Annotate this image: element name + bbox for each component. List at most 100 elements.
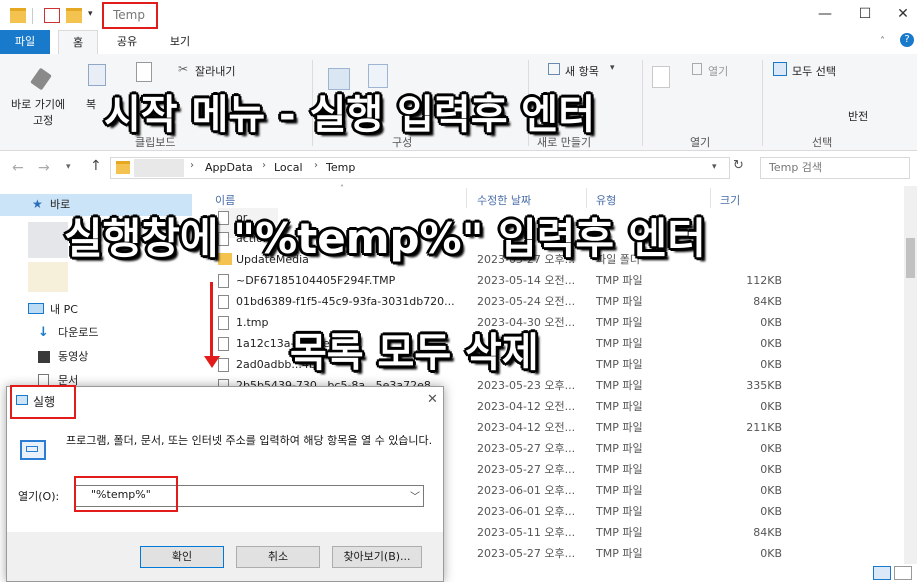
file-size[interactable] bbox=[720, 249, 782, 270]
file-type[interactable]: TMP 파일 bbox=[596, 438, 643, 459]
scrollbar-thumb[interactable] bbox=[906, 238, 915, 278]
file-size[interactable]: 112KB bbox=[720, 270, 782, 291]
breadcrumb-item[interactable]: AppData bbox=[205, 161, 253, 174]
close-button[interactable]: ✕ bbox=[888, 6, 917, 26]
file-size[interactable]: 0KB bbox=[720, 354, 782, 375]
cut-label[interactable]: 잘라내기 bbox=[195, 63, 235, 79]
help-icon[interactable]: ? bbox=[900, 33, 914, 47]
file-size[interactable] bbox=[720, 228, 782, 249]
invert-selection-label[interactable]: 반전 bbox=[848, 108, 868, 124]
new-folder-icon[interactable] bbox=[66, 8, 82, 23]
file-date[interactable]: 2023-05-27 오후... bbox=[477, 459, 583, 480]
file-size[interactable]: 211KB bbox=[720, 417, 782, 438]
file-date[interactable]: 2023-05-27 오후... bbox=[477, 543, 583, 564]
select-all-icon[interactable] bbox=[773, 62, 787, 76]
back-icon[interactable]: ← bbox=[12, 160, 24, 176]
file-date[interactable]: 2023-04-12 오전... bbox=[477, 396, 583, 417]
large-icons-view-icon[interactable] bbox=[894, 566, 912, 580]
chevron-up-icon[interactable]: ˄ bbox=[880, 36, 885, 47]
file-type[interactable]: TMP 파일 bbox=[596, 480, 643, 501]
file-size[interactable]: 0KB bbox=[720, 312, 782, 333]
overlay-caption-1: 시작 메뉴 - 실행 입력후 엔터 bbox=[104, 92, 596, 138]
file-date[interactable]: 2023-04-12 오전... bbox=[477, 417, 583, 438]
up-icon[interactable]: ↑ bbox=[90, 158, 102, 174]
file-size[interactable]: 0KB bbox=[720, 438, 782, 459]
select-group-label: 선택 bbox=[812, 136, 833, 149]
nav-downloads[interactable]: 다운로드 bbox=[58, 322, 98, 344]
breadcrumb-separator-icon: › bbox=[190, 160, 194, 171]
file-date[interactable]: 2023-05-27 오후... bbox=[477, 438, 583, 459]
paste-icon[interactable] bbox=[136, 62, 152, 82]
tab-file[interactable]: 파일 bbox=[0, 30, 50, 54]
tab-share[interactable]: 공유 bbox=[110, 30, 144, 54]
open-group-label: 열기 bbox=[690, 136, 711, 149]
tab-home[interactable]: 홈 bbox=[58, 30, 98, 54]
file-date[interactable]: 2023-05-14 오전... bbox=[477, 270, 583, 291]
file-type[interactable]: TMP 파일 bbox=[596, 270, 643, 291]
file-type[interactable]: TMP 파일 bbox=[596, 543, 643, 564]
file-size[interactable]: 0KB bbox=[720, 480, 782, 501]
scissors-icon[interactable]: ✂ bbox=[178, 62, 188, 76]
properties-large-icon[interactable] bbox=[652, 66, 670, 88]
file-date[interactable]: 2023-06-01 오후... bbox=[477, 501, 583, 522]
file-size[interactable]: 0KB bbox=[720, 333, 782, 354]
file-type[interactable]: TMP 파일 bbox=[596, 354, 643, 375]
maximize-button[interactable]: ☐ bbox=[850, 6, 880, 26]
file-size[interactable]: 335KB bbox=[720, 375, 782, 396]
pin-label-2: 고정 bbox=[33, 114, 54, 127]
nav-this-pc[interactable]: 내 PC bbox=[50, 299, 78, 321]
divider bbox=[762, 60, 763, 146]
breadcrumb-item[interactable]: Temp bbox=[326, 161, 355, 174]
file-size[interactable]: 84KB bbox=[720, 291, 782, 312]
file-date[interactable]: 2023-05-11 오후... bbox=[477, 522, 583, 543]
file-type[interactable]: TMP 파일 bbox=[596, 522, 643, 543]
open-label[interactable]: 열기 bbox=[708, 63, 728, 79]
address-dropdown-icon[interactable]: ▾ bbox=[712, 162, 717, 172]
blurred-nav-item bbox=[28, 222, 68, 258]
properties-icon[interactable] bbox=[44, 8, 60, 23]
file-type[interactable]: TMP 파일 bbox=[596, 291, 643, 312]
file-type[interactable]: TMP 파일 bbox=[596, 459, 643, 480]
file-type[interactable]: TMP 파일 bbox=[596, 375, 643, 396]
chevron-down-icon[interactable]: ﹀ bbox=[410, 488, 420, 503]
ok-button[interactable]: 확인 bbox=[140, 546, 224, 568]
file-name[interactable]: ~DF67185104405F294F.TMP bbox=[236, 270, 466, 291]
breadcrumb-item[interactable]: Local bbox=[274, 161, 303, 174]
file-size[interactable] bbox=[720, 207, 782, 228]
address-bar[interactable] bbox=[110, 157, 730, 179]
chevron-down-icon[interactable]: ▾ bbox=[610, 63, 615, 73]
browse-button[interactable]: 찾아보기(B)... bbox=[332, 546, 422, 568]
file-date[interactable]: 2023-05-24 오전... bbox=[477, 291, 583, 312]
new-item-icon[interactable] bbox=[548, 63, 560, 75]
new-item-label[interactable]: 새 항목 bbox=[565, 63, 599, 79]
cancel-button[interactable]: 취소 bbox=[236, 546, 320, 568]
file-size[interactable]: 84KB bbox=[720, 522, 782, 543]
refresh-icon[interactable]: ↻ bbox=[733, 158, 744, 173]
file-date[interactable]: 2023-06-01 오후... bbox=[477, 480, 583, 501]
run-close-icon[interactable]: ✕ bbox=[427, 392, 438, 407]
file-size[interactable]: 0KB bbox=[720, 396, 782, 417]
recent-locations-icon[interactable]: ▾ bbox=[66, 162, 71, 172]
file-size[interactable]: 0KB bbox=[720, 543, 782, 564]
minimize-button[interactable]: — bbox=[810, 6, 840, 26]
nav-videos[interactable]: 동영상 bbox=[58, 346, 88, 368]
quick-access-dropdown-icon[interactable]: ▾ bbox=[88, 9, 93, 19]
file-type[interactable]: TMP 파일 bbox=[596, 501, 643, 522]
file-type[interactable]: TMP 파일 bbox=[596, 396, 643, 417]
file-type[interactable]: TMP 파일 bbox=[596, 333, 643, 354]
tab-view[interactable]: 보기 bbox=[160, 30, 200, 54]
select-all-label[interactable]: 모두 선택 bbox=[792, 63, 836, 79]
file-type[interactable]: TMP 파일 bbox=[596, 312, 643, 333]
forward-icon[interactable]: → bbox=[38, 160, 50, 176]
search-input[interactable]: Temp 검색 bbox=[760, 157, 910, 179]
column-header-size[interactable]: 크기 bbox=[720, 192, 740, 208]
run-icon-inner bbox=[26, 446, 38, 452]
file-type[interactable]: TMP 파일 bbox=[596, 417, 643, 438]
file-size[interactable]: 0KB bbox=[720, 459, 782, 480]
copy-label: 복 bbox=[86, 98, 97, 111]
details-view-icon[interactable] bbox=[873, 566, 891, 580]
file-size[interactable]: 0KB bbox=[720, 501, 782, 522]
open-icon[interactable] bbox=[692, 63, 702, 75]
file-name[interactable]: 01bd6389-f1f5-45c9-93fa-3031db720... bbox=[236, 291, 466, 312]
file-date[interactable]: 2023-05-23 오후... bbox=[477, 375, 583, 396]
